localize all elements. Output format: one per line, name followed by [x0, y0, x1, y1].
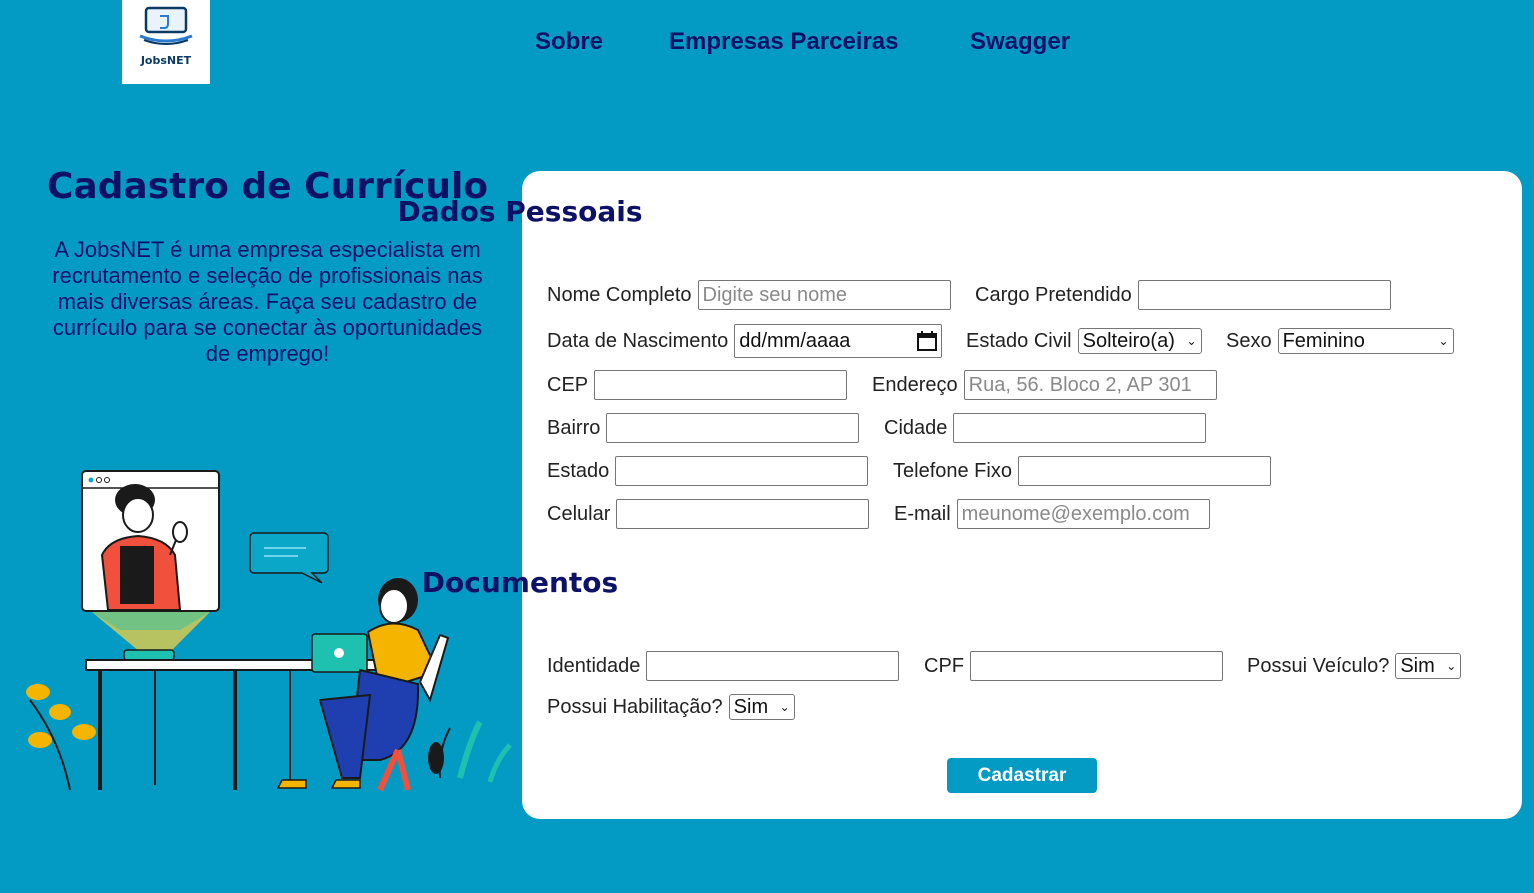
address-input[interactable]: Rua, 56. Bloco 2, AP 301 [963, 370, 1217, 400]
desired-role-label: Cargo Pretendido [975, 283, 1132, 306]
desired-role-input[interactable] [1137, 280, 1391, 310]
documents-heading: Documentos [421, 566, 619, 599]
desired-role-field: Cargo Pretendido [975, 279, 1391, 311]
calendar-icon[interactable] [917, 331, 938, 351]
nav-link-empresas-parceiras[interactable]: Empresas Parceiras [669, 28, 899, 56]
sex-label: Sexo [1226, 329, 1272, 352]
landline-input[interactable] [1017, 456, 1271, 486]
full-name-input[interactable]: Digite seu nome [697, 280, 951, 310]
cpf-field: CPF [924, 650, 1223, 682]
mobile-field: Celular [547, 498, 870, 530]
district-input[interactable] [606, 413, 860, 443]
address-label: Endereço [872, 373, 958, 396]
birth-date-field: Data de Nascimento dd/mm/aaaa [547, 323, 943, 359]
birth-date-input[interactable]: dd/mm/aaaa [734, 324, 943, 358]
sex-field: Sexo Feminino ⌄ [1226, 325, 1454, 357]
chevron-down-icon: ⌄ [779, 700, 790, 714]
cep-input[interactable] [594, 370, 848, 400]
sex-select[interactable]: Feminino ⌄ [1277, 328, 1454, 354]
identity-label: Identidade [547, 654, 641, 677]
state-input[interactable] [615, 456, 869, 486]
remote-interview-illustration [26, 470, 512, 792]
address-field: Endereço Rua, 56. Bloco 2, AP 301 [872, 369, 1217, 401]
chevron-down-icon: ⌄ [1186, 334, 1197, 348]
email-field: E-mail meunome@exemplo.com [894, 498, 1210, 530]
submit-button[interactable]: Cadastrar [947, 758, 1097, 793]
marital-status-select[interactable]: Solteiro(a) ⌄ [1077, 328, 1202, 354]
marital-status-field: Estado Civil Solteiro(a) ⌄ [966, 325, 1202, 357]
district-field: Bairro [547, 412, 860, 444]
nav-link-sobre[interactable]: Sobre [535, 28, 603, 56]
district-label: Bairro [547, 416, 601, 439]
chevron-down-icon: ⌄ [1438, 334, 1449, 348]
mobile-label: Celular [547, 502, 611, 525]
hero-description: A JobsNET é uma empresa especialista em … [52, 237, 483, 366]
cep-label: CEP [547, 373, 589, 396]
landline-label: Telefone Fixo [893, 459, 1012, 482]
chevron-down-icon: ⌄ [1446, 659, 1457, 673]
cep-field: CEP [547, 369, 848, 401]
birth-date-label: Data de Nascimento [547, 329, 729, 352]
license-field: Possui Habilitação? Sim ⌄ [547, 691, 795, 723]
city-label: Cidade [884, 416, 948, 439]
cpf-input[interactable] [970, 651, 1223, 681]
city-field: Cidade [884, 412, 1207, 444]
state-field: Estado [547, 455, 869, 487]
mobile-input[interactable] [616, 499, 870, 529]
state-label: Estado [547, 459, 610, 482]
vehicle-label: Possui Veículo? [1247, 654, 1390, 677]
nav-link-swagger[interactable]: Swagger [970, 28, 1070, 56]
marital-status-label: Estado Civil [966, 329, 1072, 352]
identity-input[interactable] [646, 651, 900, 681]
landline-field: Telefone Fixo [893, 455, 1271, 487]
full-name-label: Nome Completo [547, 283, 692, 306]
full-name-field: Nome Completo Digite seu nome [547, 279, 951, 311]
personal-data-heading: Dados Pessoais [397, 195, 643, 228]
license-select[interactable]: Sim ⌄ [728, 694, 795, 720]
city-input[interactable] [953, 413, 1207, 443]
jobsnet-logo[interactable]: JobsNET [122, 0, 210, 84]
email-label: E-mail [894, 502, 951, 525]
identity-field: Identidade [547, 650, 900, 682]
vehicle-field: Possui Veículo? Sim ⌄ [1247, 650, 1462, 682]
laptop-logo-icon [139, 6, 193, 45]
logo-text: JobsNET [140, 54, 192, 67]
vehicle-select[interactable]: Sim ⌄ [1395, 653, 1462, 679]
cpf-label: CPF [924, 654, 964, 677]
license-label: Possui Habilitação? [547, 695, 723, 718]
email-input[interactable]: meunome@exemplo.com [956, 499, 1210, 529]
